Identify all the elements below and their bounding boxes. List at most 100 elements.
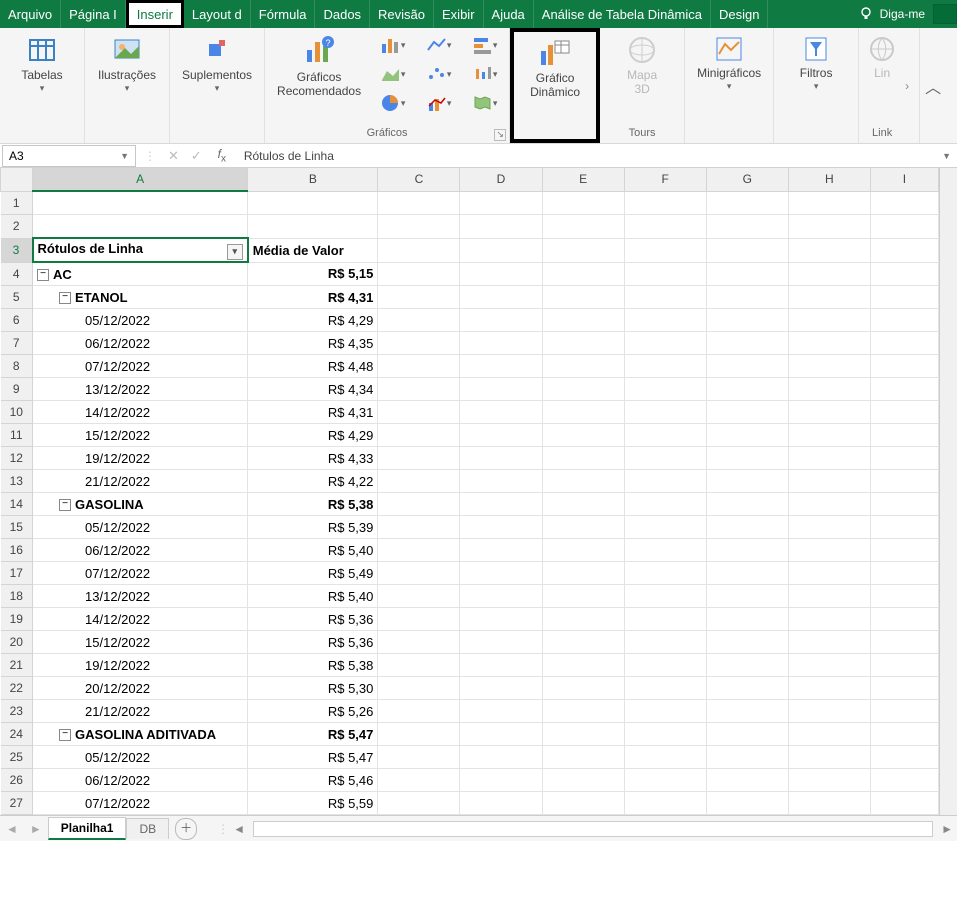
pivot-row-label[interactable]: 13/12/2022 (33, 378, 248, 401)
pivot-row-value[interactable]: R$ 5,39 (248, 516, 378, 539)
chevron-down-icon[interactable]: ▼ (120, 151, 129, 161)
link-button[interactable]: Lin (859, 32, 905, 82)
cell[interactable] (542, 401, 624, 424)
row-header[interactable]: 26 (1, 769, 33, 792)
cell[interactable] (542, 516, 624, 539)
cell[interactable] (870, 332, 938, 355)
cell[interactable] (460, 769, 542, 792)
cell[interactable] (624, 262, 706, 286)
cell[interactable] (706, 723, 788, 746)
cell[interactable] (706, 746, 788, 769)
cell[interactable] (460, 215, 542, 239)
cell[interactable] (460, 654, 542, 677)
cell[interactable] (788, 746, 870, 769)
cell[interactable] (706, 470, 788, 493)
cell[interactable] (624, 332, 706, 355)
row-header[interactable]: 10 (1, 401, 33, 424)
pivot-row-value[interactable]: R$ 4,48 (248, 355, 378, 378)
cell[interactable] (706, 677, 788, 700)
cell[interactable] (378, 631, 460, 654)
row-header[interactable]: 7 (1, 332, 33, 355)
cell[interactable] (870, 677, 938, 700)
cell[interactable] (706, 539, 788, 562)
pivot-row-value[interactable]: R$ 4,22 (248, 470, 378, 493)
cell[interactable] (870, 401, 938, 424)
cell[interactable] (870, 585, 938, 608)
cell[interactable] (542, 769, 624, 792)
column-header[interactable]: G (706, 168, 788, 191)
cell[interactable] (870, 746, 938, 769)
pivot-row-value[interactable]: R$ 4,29 (248, 309, 378, 332)
pivot-rowlabels-header[interactable]: Rótulos de Linha▾ (33, 238, 248, 262)
cell[interactable] (624, 792, 706, 815)
tab-nav-next-icon[interactable]: ► (24, 822, 48, 836)
collapse-icon[interactable]: − (59, 499, 71, 511)
cell[interactable] (460, 539, 542, 562)
pivot-row-value[interactable]: R$ 5,40 (248, 539, 378, 562)
cell[interactable] (378, 262, 460, 286)
cell[interactable] (460, 447, 542, 470)
cell[interactable] (788, 401, 870, 424)
cell[interactable] (870, 792, 938, 815)
sparklines-button[interactable]: Minigráficos ▾ (691, 32, 767, 94)
cell[interactable] (378, 309, 460, 332)
row-header[interactable]: 1 (1, 191, 33, 215)
row-header[interactable]: 5 (1, 286, 33, 309)
pivot-row-label[interactable]: 06/12/2022 (33, 769, 248, 792)
bar-chart-icon[interactable]: ▾ (467, 32, 503, 58)
column-header[interactable]: E (542, 168, 624, 191)
cell[interactable] (460, 332, 542, 355)
cell[interactable] (788, 769, 870, 792)
cell[interactable] (460, 238, 542, 262)
illustrations-button[interactable]: Ilustrações ▾ (91, 32, 163, 96)
menu-tab[interactable]: Exibir (434, 0, 484, 28)
cell[interactable] (788, 332, 870, 355)
grid[interactable]: ABCDEFGHI 123Rótulos de Linha▾Média de V… (0, 168, 939, 815)
pivot-row-value[interactable]: R$ 5,38 (248, 493, 378, 516)
cell[interactable] (706, 286, 788, 309)
pivot-row-value[interactable]: R$ 5,36 (248, 631, 378, 654)
cell[interactable] (378, 746, 460, 769)
cell[interactable] (378, 516, 460, 539)
cell[interactable] (542, 654, 624, 677)
cell[interactable] (542, 470, 624, 493)
pivot-row-value[interactable]: R$ 5,46 (248, 769, 378, 792)
cell[interactable] (870, 516, 938, 539)
menu-tab[interactable]: Arquivo (0, 0, 61, 28)
pivot-row-label[interactable]: 20/12/2022 (33, 677, 248, 700)
cancel-icon[interactable]: ✕ (168, 148, 179, 164)
cell[interactable] (706, 493, 788, 516)
cell[interactable] (624, 493, 706, 516)
cell[interactable] (460, 309, 542, 332)
cell[interactable] (706, 608, 788, 631)
cell[interactable] (788, 585, 870, 608)
row-header[interactable]: 11 (1, 424, 33, 447)
pivot-row-label[interactable]: −ETANOL (33, 286, 248, 309)
cell[interactable] (788, 215, 870, 239)
cell[interactable] (460, 378, 542, 401)
column-header[interactable]: C (378, 168, 460, 191)
cell[interactable] (542, 424, 624, 447)
cell[interactable] (248, 215, 378, 239)
row-header[interactable]: 23 (1, 700, 33, 723)
cell[interactable] (788, 677, 870, 700)
cell[interactable] (870, 769, 938, 792)
row-header[interactable]: 25 (1, 746, 33, 769)
cell[interactable] (542, 309, 624, 332)
cell[interactable] (788, 608, 870, 631)
cell[interactable] (624, 723, 706, 746)
cell[interactable] (378, 238, 460, 262)
formula-bar-input[interactable]: Rótulos de Linha (236, 146, 936, 166)
row-header[interactable]: 12 (1, 447, 33, 470)
pivot-row-value[interactable]: R$ 4,31 (248, 401, 378, 424)
cell[interactable] (542, 562, 624, 585)
menu-tab[interactable]: Dados (315, 0, 370, 28)
cell[interactable] (624, 401, 706, 424)
cell[interactable] (460, 262, 542, 286)
cell[interactable] (788, 355, 870, 378)
cell[interactable] (706, 355, 788, 378)
collapse-icon[interactable]: − (59, 292, 71, 304)
fx-icon[interactable]: fx (208, 147, 236, 164)
pivot-row-label[interactable]: 07/12/2022 (33, 562, 248, 585)
cell[interactable] (706, 309, 788, 332)
